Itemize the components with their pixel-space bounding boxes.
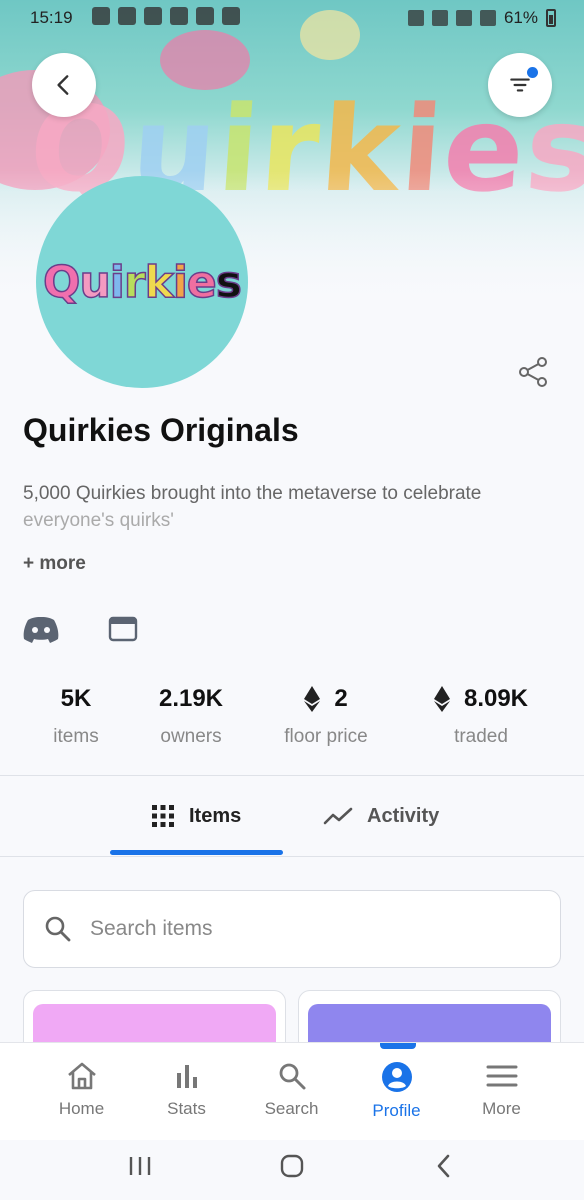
bottom-navigation: Home Stats Search Profile More <box>0 1042 584 1140</box>
back-button[interactable] <box>32 53 96 117</box>
filter-active-dot <box>527 67 538 78</box>
stat-owners: 2.19K owners <box>158 685 224 747</box>
home-system-icon[interactable] <box>279 1153 305 1179</box>
ethereum-icon <box>433 686 450 712</box>
trend-line-icon <box>323 807 353 825</box>
search-input[interactable]: Search items <box>90 917 213 941</box>
tab-activity[interactable]: Activity <box>323 776 439 856</box>
collection-logo: Quirkies <box>42 256 242 309</box>
search-icon <box>279 1063 305 1090</box>
search-items-field[interactable]: Search items <box>23 890 561 968</box>
discord-button[interactable] <box>22 612 60 646</box>
active-tab-indicator <box>110 850 283 855</box>
twitter-icon <box>144 7 162 25</box>
wifi-icon <box>431 10 448 26</box>
calendar-icon <box>222 7 240 25</box>
menu-icon <box>486 1065 517 1087</box>
share-button[interactable] <box>516 355 550 389</box>
nav-more[interactable]: More <box>449 1043 554 1141</box>
app-icon <box>170 7 188 25</box>
notification-icons <box>92 7 240 25</box>
battery-percent: 61% <box>503 8 538 27</box>
website-button[interactable] <box>104 612 142 646</box>
divider <box>0 856 584 857</box>
stat-floor-price: 2 floor price <box>284 685 368 747</box>
ethereum-icon <box>304 686 321 712</box>
collection-description: 5,000 Quirkies brought into the metavers… <box>23 483 482 531</box>
app-icon <box>118 7 136 25</box>
signal-icon <box>479 10 496 26</box>
bluetooth-icon <box>407 10 424 26</box>
nav-home[interactable]: Home <box>29 1043 134 1141</box>
share-icon <box>519 357 547 387</box>
browser-window-icon <box>108 616 138 642</box>
search-icon <box>45 916 71 942</box>
battery-icon <box>546 9 556 27</box>
back-system-icon[interactable] <box>433 1153 455 1179</box>
system-navigation-bar <box>0 1140 584 1200</box>
stats-icon <box>176 1065 197 1088</box>
nav-search[interactable]: Search <box>239 1043 344 1141</box>
gallery-icon <box>196 7 214 25</box>
status-bar: 15:19 61% <box>0 0 584 36</box>
stat-traded: 8.09K traded <box>405 682 557 748</box>
discord-icon <box>23 617 59 643</box>
chevron-left-icon <box>57 75 69 95</box>
recent-apps-icon[interactable] <box>128 1154 152 1178</box>
tab-bar: Items Activity <box>0 776 584 856</box>
collection-avatar: Quirkies <box>36 176 248 388</box>
nav-profile[interactable]: Profile <box>344 1043 449 1141</box>
home-icon <box>67 1062 96 1090</box>
signal-icon <box>455 10 472 26</box>
collection-stats: 5K items 2.19K owners 2 floor price 8.09… <box>0 682 584 762</box>
collection-title: Quirkies Originals <box>23 412 299 448</box>
grid-icon <box>152 805 174 827</box>
stat-items: 5K items <box>53 685 99 747</box>
spotify-icon <box>92 7 110 25</box>
profile-icon <box>381 1062 412 1092</box>
status-time: 15:19 <box>30 8 73 27</box>
tab-items[interactable]: Items <box>151 776 241 856</box>
filter-button[interactable] <box>488 53 552 117</box>
nav-stats[interactable]: Stats <box>134 1043 239 1141</box>
more-button[interactable]: + more <box>23 553 86 575</box>
